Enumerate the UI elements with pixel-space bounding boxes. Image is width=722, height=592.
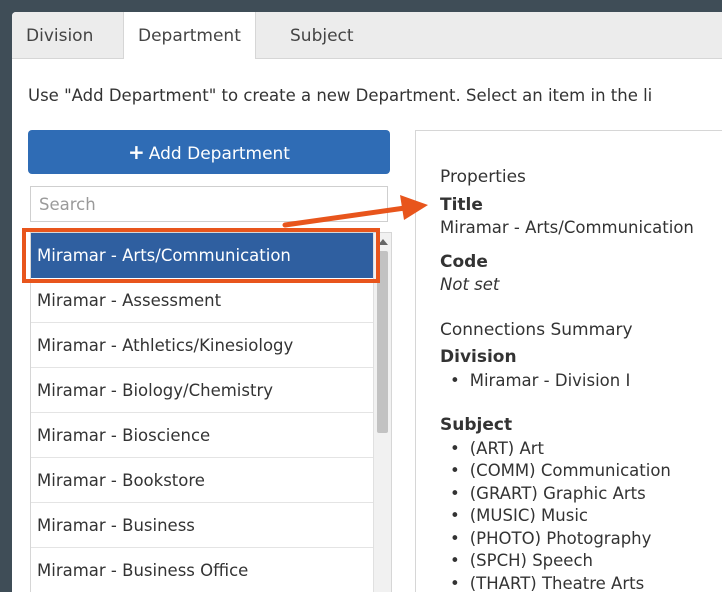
list-item[interactable]: Miramar - Business: [31, 503, 373, 548]
connections-heading: Connections Summary: [440, 320, 633, 340]
subject-label: Subject: [440, 415, 513, 435]
add-department-label: Add Department: [148, 144, 290, 164]
list-scrollbar[interactable]: [373, 233, 391, 592]
list-item[interactable]: Miramar - Business Office: [31, 548, 373, 592]
tab-subject[interactable]: Subject: [276, 12, 368, 58]
tab-department[interactable]: Department: [123, 12, 256, 59]
plus-icon: +: [128, 140, 145, 164]
title-label: Title: [440, 195, 483, 215]
list-item[interactable]: Miramar - Arts/Communication: [31, 233, 373, 278]
list-item[interactable]: Miramar - Biology/Chemistry: [31, 368, 373, 413]
list-item[interactable]: Miramar - Athletics/Kinesiology: [31, 323, 373, 368]
division-label: Division: [440, 347, 517, 367]
division-item: Miramar - Division I: [450, 371, 631, 390]
department-list: Miramar - Arts/Communication Miramar - A…: [30, 232, 392, 592]
subject-item: (GRART) Graphic Arts: [450, 484, 646, 503]
subject-item: (PHOTO) Photography: [450, 529, 652, 548]
details-panel: Properties Title Miramar - Arts/Communic…: [415, 130, 722, 592]
properties-heading: Properties: [440, 167, 526, 187]
add-department-button[interactable]: + Add Department: [28, 130, 390, 174]
tab-bar: Division Department Subject: [12, 12, 722, 59]
subject-item: (THART) Theatre Arts: [450, 574, 644, 592]
scroll-thumb[interactable]: [377, 251, 388, 433]
instructions-text: Use "Add Department" to create a new Dep…: [28, 86, 653, 105]
search-input[interactable]: [30, 186, 388, 222]
list-item[interactable]: Miramar - Bookstore: [31, 458, 373, 503]
scroll-up-icon[interactable]: [378, 239, 388, 245]
subject-item: (COMM) Communication: [450, 461, 671, 480]
tab-division[interactable]: Division: [12, 12, 107, 58]
subject-item: (SPCH) Speech: [450, 551, 593, 570]
code-label: Code: [440, 252, 488, 272]
list-item[interactable]: Miramar - Bioscience: [31, 413, 373, 458]
subject-item: (ART) Art: [450, 439, 544, 458]
list-item[interactable]: Miramar - Assessment: [31, 278, 373, 323]
subject-item: (MUSIC) Music: [450, 506, 588, 525]
title-value: Miramar - Arts/Communication: [440, 218, 694, 237]
code-value: Not set: [440, 275, 500, 294]
app-window: Division Department Subject Use "Add Dep…: [12, 12, 722, 592]
